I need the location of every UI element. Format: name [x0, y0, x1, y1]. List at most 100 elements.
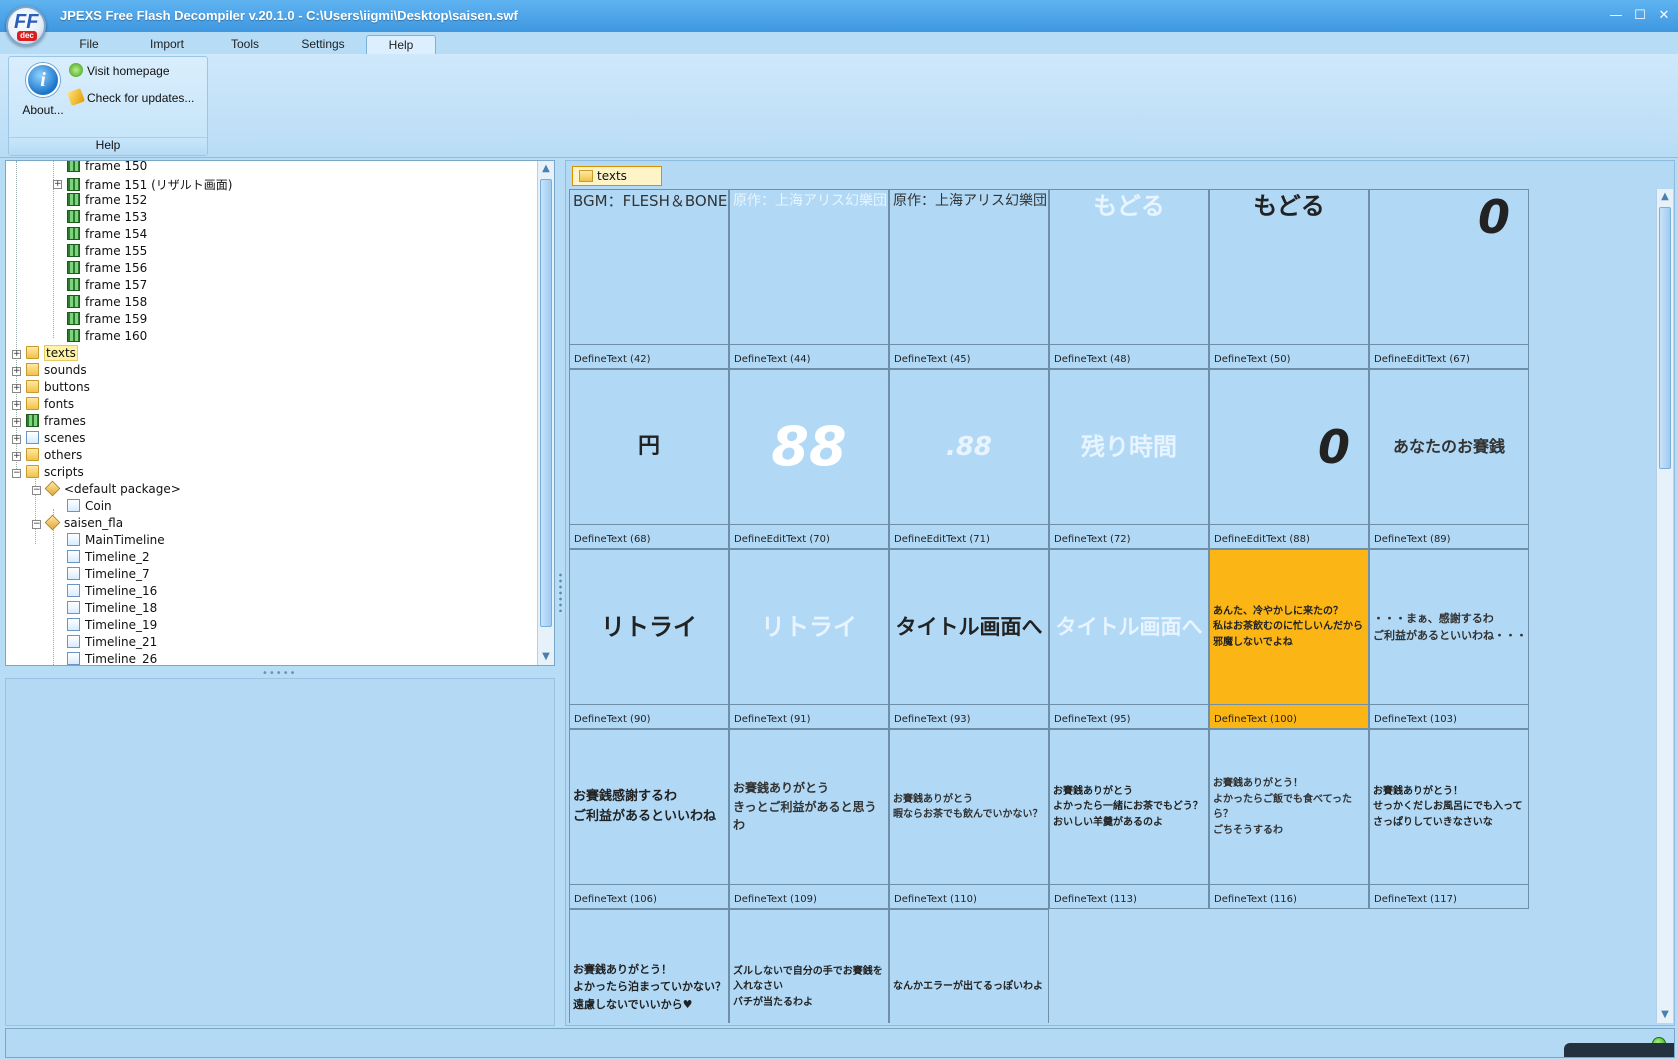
tree-item-frame[interactable]: frame 157	[67, 278, 147, 295]
text-cell[interactable]: BGM：FLESH＆BONE DefineText (42)	[569, 189, 729, 369]
tab-tools[interactable]: Tools	[220, 35, 270, 55]
text-cell[interactable]: 88 DefineEditText (70)	[729, 369, 889, 549]
tree-scrollbar[interactable]: ▲ ▼	[537, 161, 554, 665]
homepage-icon	[69, 63, 83, 77]
collapse-icon[interactable]: −	[12, 469, 21, 478]
tab-import[interactable]: Import	[140, 35, 194, 55]
collapse-icon[interactable]: −	[32, 520, 41, 529]
expand-icon[interactable]: +	[12, 435, 21, 444]
scroll-down-icon[interactable]: ▼	[538, 649, 554, 665]
tree-item-timeline[interactable]: Timeline_18	[67, 601, 157, 618]
expand-icon[interactable]: +	[12, 418, 21, 427]
expand-icon[interactable]: +	[12, 384, 21, 393]
tree-item-frame[interactable]: frame 150	[67, 161, 147, 176]
folder-icon	[26, 465, 39, 478]
tree-item-timeline[interactable]: Timeline_7	[67, 567, 150, 584]
frame-icon	[67, 261, 80, 274]
text-cell[interactable]: タイトル画面へ DefineText (95)	[1049, 549, 1209, 729]
grid-scrollbar[interactable]: ▲ ▼	[1656, 189, 1673, 1023]
text-cell[interactable]: お賽銭ありがとう よかったら一緒にお茶でもどう？ おいしい羊羹があるのよ Defi…	[1049, 729, 1209, 909]
maximize-button[interactable]: ☐	[1630, 6, 1650, 26]
expand-icon[interactable]: +	[12, 367, 21, 376]
text-cell[interactable]: 原作：上海アリス幻樂団 DefineText (45)	[889, 189, 1049, 369]
text-cell[interactable]: お賽銭ありがとう！ よかったら泊まっていかない？ 遠慮しないでいいから♥Defi…	[569, 909, 729, 1023]
tree-item-timeline[interactable]: Timeline_19	[67, 618, 157, 635]
collapse-icon[interactable]: −	[32, 486, 41, 495]
tree-scroll-thumb[interactable]	[540, 179, 552, 627]
app-logo-icon[interactable]: FF dec	[6, 6, 46, 46]
text-cell[interactable]: もどる DefineText (48)	[1049, 189, 1209, 369]
check-updates-button[interactable]: Check for updates...	[67, 88, 194, 108]
tree-item-others[interactable]: + others	[12, 448, 82, 465]
text-cell[interactable]: お賽銭ありがとう！ せっかくだしお風呂にでも入って さっぱりしていきなさいな De…	[1369, 729, 1529, 909]
text-cell[interactable]: もどる DefineText (50)	[1209, 189, 1369, 369]
tree-item-frame[interactable]: + frame 151 (リザルト画面)	[53, 176, 232, 193]
text-cell[interactable]: お賽銭ありがとう きっとご利益があると思うわ DefineText (109)	[729, 729, 889, 909]
tree-item-fonts[interactable]: + fonts	[12, 397, 74, 414]
text-cell[interactable]: 原作：上海アリス幻樂団 DefineText (44)	[729, 189, 889, 369]
expand-icon[interactable]: +	[12, 401, 21, 410]
text-cell[interactable]: 0 DefineEditText (88)	[1209, 369, 1369, 549]
text-cell[interactable]: ・・・まぁ、感謝するわ ご利益があるといいわね・・・ DefineText (10…	[1369, 549, 1529, 729]
tree-item-timeline[interactable]: Timeline_16	[67, 584, 157, 601]
text-cell[interactable]: リトライ DefineText (90)	[569, 549, 729, 729]
text-cell[interactable]: 残り時間 DefineText (72)	[1049, 369, 1209, 549]
text-cell[interactable]: 円 DefineText (68)	[569, 369, 729, 549]
tree-item-frame[interactable]: frame 155	[67, 244, 147, 261]
folder-tab-texts[interactable]: texts	[572, 166, 662, 186]
close-button[interactable]: ✕	[1654, 6, 1674, 26]
tree-item-scripts[interactable]: − scripts	[12, 465, 84, 482]
tab-file[interactable]: File	[68, 35, 110, 55]
scroll-up-icon[interactable]: ▲	[1657, 189, 1673, 205]
tree-item-frame[interactable]: frame 159	[67, 312, 147, 329]
visit-homepage-button[interactable]: Visit homepage	[69, 61, 170, 81]
frame-icon	[67, 295, 80, 308]
tree-item-frames[interactable]: + frames	[12, 414, 86, 431]
text-preview: .88	[890, 370, 1048, 525]
tab-settings[interactable]: Settings	[292, 35, 354, 55]
frame-icon	[67, 161, 80, 172]
tree-item-frame[interactable]: frame 158	[67, 295, 147, 312]
ribbon-group-help: i About... Visit homepage Check for upda…	[8, 56, 208, 156]
expand-icon[interactable]: +	[12, 452, 21, 461]
frame-icon	[67, 210, 80, 223]
scroll-down-icon[interactable]: ▼	[1657, 1007, 1673, 1023]
tree-item-timeline[interactable]: Timeline_26	[67, 652, 157, 665]
tree-item-scenes[interactable]: + scenes	[12, 431, 85, 448]
tree-item-timeline[interactable]: Timeline_2	[67, 550, 150, 567]
tab-help[interactable]: Help	[366, 35, 436, 55]
about-button[interactable]: i About...	[13, 61, 73, 123]
tree-item-texts[interactable]: + texts	[12, 345, 78, 363]
tree-item-coin[interactable]: Coin	[67, 499, 112, 516]
tree-item-sounds[interactable]: + sounds	[12, 363, 87, 380]
tree-item-frame[interactable]: frame 160	[67, 329, 147, 346]
tree-item-default-package[interactable]: − <default package>	[32, 480, 181, 499]
tree-item-timeline[interactable]: Timeline_21	[67, 635, 157, 652]
tree-item-frame[interactable]: frame 156	[67, 261, 147, 278]
text-cell[interactable]: あんた、冷やかしに来たの？ 私はお茶飲むのに忙しいんだから 邪魔しないでよね De…	[1209, 549, 1369, 729]
expand-icon[interactable]: +	[12, 350, 21, 359]
tree-item-frame[interactable]: frame 152	[67, 193, 147, 210]
resource-tree[interactable]: frame 150 + frame 151 (リザルト画面) frame 152 …	[5, 160, 555, 666]
text-cell[interactable]: タイトル画面へ DefineText (93)	[889, 549, 1049, 729]
text-cell[interactable]: .88 DefineEditText (71)	[889, 369, 1049, 549]
cell-label: DefineEditText (67)	[1374, 354, 1470, 365]
tree-item-frame[interactable]: frame 153	[67, 210, 147, 227]
text-cell[interactable]: お賽銭感謝するわ ご利益があるといいわね DefineText (106)	[569, 729, 729, 909]
text-cell[interactable]: あなたのお賽銭 DefineText (89)	[1369, 369, 1529, 549]
vertical-splitter[interactable]	[558, 572, 563, 612]
tree-item-buttons[interactable]: + buttons	[12, 380, 90, 397]
minimize-button[interactable]: —	[1606, 6, 1626, 26]
text-cell[interactable]: リトライ DefineText (91)	[729, 549, 889, 729]
scroll-up-icon[interactable]: ▲	[538, 161, 554, 177]
text-cell[interactable]: なんかエラーが出てるっぽいわよDefineText (122)	[889, 909, 1049, 1023]
tree-item-saisen-fla[interactable]: − saisen_fla	[32, 514, 123, 533]
text-cell[interactable]: ズルしないで自分の手でお賽銭を 入れなさい バチが当たるわよDefineText…	[729, 909, 889, 1023]
text-cell[interactable]: お賽銭ありがとう 暇ならお茶でも飲んでいかない？ DefineText (110)	[889, 729, 1049, 909]
expand-icon[interactable]: +	[53, 180, 62, 189]
grid-scroll-thumb[interactable]	[1659, 207, 1671, 469]
text-cell[interactable]: お賽銭ありがとう！ よかったらご飯でも食べてったら？ ごちそうするわ Define…	[1209, 729, 1369, 909]
tree-item-frame[interactable]: frame 154	[67, 227, 147, 244]
tree-item-timeline[interactable]: MainTimeline	[67, 533, 165, 550]
text-cell[interactable]: 0 DefineEditText (67)	[1369, 189, 1529, 369]
